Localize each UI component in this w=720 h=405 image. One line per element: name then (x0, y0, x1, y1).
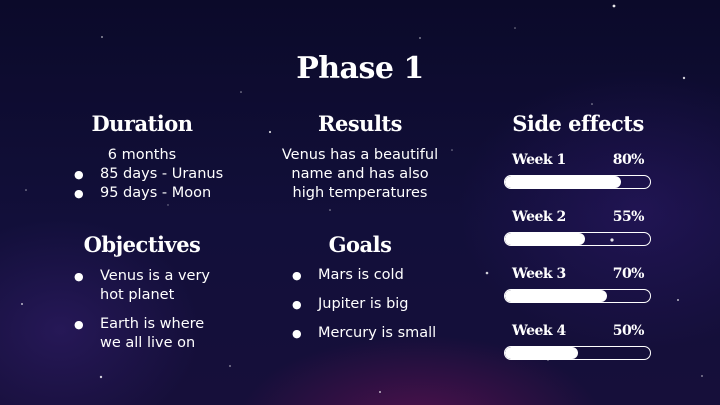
list-item: Venus is a very hot planet (74, 267, 224, 305)
list-item: Mars is cold (292, 266, 452, 285)
week-label: Week 4 (512, 323, 566, 339)
progress-fill (505, 176, 621, 188)
goals-list: Mars is cold Jupiter is big Mercury is s… (292, 266, 452, 343)
results-text: Venus has a beautiful name and has also … (281, 147, 439, 201)
progress-bar (504, 289, 651, 303)
duration-list: 85 days - Uranus 95 days - Moon (74, 165, 224, 203)
results-heading: Results (318, 111, 402, 136)
week-label: Week 2 (512, 209, 566, 225)
week-label: Week 1 (512, 152, 566, 168)
duration-heading: Duration (91, 111, 193, 136)
progress-bar (504, 346, 651, 360)
list-item: 85 days - Uranus (74, 165, 224, 184)
list-item: Jupiter is big (292, 295, 452, 314)
duration-lead: 6 months (107, 147, 177, 163)
week-percent: 80% (612, 152, 645, 168)
goals-heading: Goals (328, 232, 392, 257)
week-percent: 50% (612, 323, 645, 339)
week-percent: 55% (612, 209, 645, 225)
week-percent: 70% (612, 266, 645, 282)
progress-bar (504, 175, 651, 189)
week-label: Week 3 (512, 266, 566, 282)
side-effects-heading: Side effects (512, 111, 644, 136)
progress-fill (505, 347, 578, 359)
progress-bar (504, 232, 651, 246)
list-item: Earth is where we all live on (74, 315, 224, 353)
progress-fill (505, 233, 585, 245)
page-title: Phase 1 (296, 51, 424, 86)
objectives-list: Venus is a very hot planet Earth is wher… (74, 267, 224, 353)
list-item: 95 days - Moon (74, 184, 224, 203)
objectives-heading: Objectives (83, 232, 201, 257)
list-item: Mercury is small (292, 324, 452, 343)
progress-fill (505, 290, 607, 302)
